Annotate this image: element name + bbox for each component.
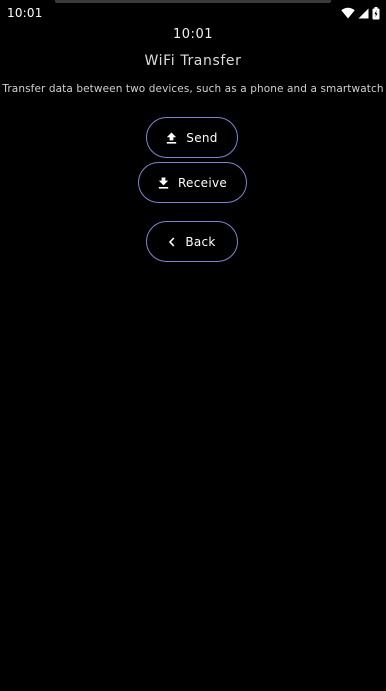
- camera-notch: [55, 0, 331, 3]
- send-button[interactable]: Send: [146, 117, 238, 158]
- receive-button[interactable]: Receive: [138, 162, 247, 203]
- page-description: Transfer data between two devices, such …: [2, 83, 384, 95]
- battery-charging-icon: [372, 6, 380, 20]
- chevron-left-icon: [168, 236, 176, 247]
- page-title: WiFi Transfer: [144, 53, 242, 69]
- wifi-icon: [341, 7, 355, 19]
- screen-clock: 10:01: [173, 27, 213, 42]
- send-button-label: Send: [186, 130, 218, 145]
- back-button-label: Back: [185, 234, 216, 249]
- download-icon: [158, 177, 169, 189]
- cell-signal-icon: [358, 8, 369, 19]
- status-bar: 10:01: [0, 0, 386, 28]
- back-button[interactable]: Back: [146, 221, 238, 262]
- upload-icon: [166, 132, 177, 144]
- status-bar-time: 10:01: [7, 6, 43, 20]
- receive-button-label: Receive: [177, 175, 228, 190]
- status-bar-icons: [341, 6, 380, 20]
